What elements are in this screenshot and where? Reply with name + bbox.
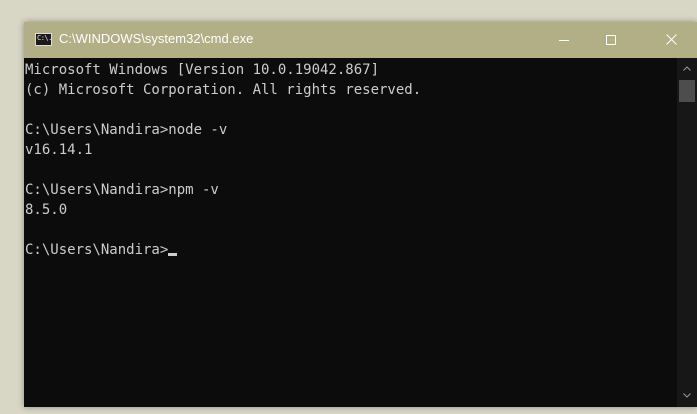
scroll-thumb[interactable] — [679, 80, 695, 102]
chevron-down-icon — [683, 393, 691, 398]
console-line: 8.5.0 — [25, 202, 68, 218]
console-line: (c) Microsoft Corporation. All rights re… — [25, 82, 422, 98]
console-line: Microsoft Windows [Version 10.0.19042.86… — [25, 62, 380, 78]
close-button[interactable] — [647, 22, 697, 58]
window-title: C:\WINDOWS\system32\cmd.exe — [59, 31, 254, 46]
cmd-icon-glyph: C:\. — [37, 34, 52, 42]
console-output[interactable]: Microsoft Windows [Version 10.0.19042.86… — [24, 58, 677, 407]
command-prompt-line[interactable]: C:\Users\Nandira> — [25, 240, 677, 260]
title-bar[interactable]: C:\. C:\WINDOWS\system32\cmd.exe — [24, 22, 697, 58]
cmd-window: C:\. C:\WINDOWS\system32\cmd.exe Microso… — [24, 22, 697, 407]
console-line: v16.14.1 — [25, 142, 93, 158]
cmd-icon[interactable]: C:\. — [35, 33, 52, 46]
scroll-down-button[interactable] — [677, 387, 697, 405]
scroll-up-button[interactable] — [677, 60, 697, 78]
chevron-up-icon — [683, 66, 691, 71]
console-line: C:\Users\Nandira>node -v — [25, 122, 228, 138]
minimize-button[interactable] — [542, 22, 588, 58]
console-line: C:\Users\Nandira>npm -v — [25, 182, 219, 198]
text-cursor — [168, 253, 178, 256]
maximize-icon — [606, 35, 616, 45]
minimize-icon — [559, 40, 569, 41]
vertical-scrollbar[interactable] — [677, 58, 697, 407]
maximize-button[interactable] — [589, 22, 635, 58]
command-prompt: C:\Users\Nandira> — [25, 242, 169, 258]
close-icon — [666, 34, 677, 45]
